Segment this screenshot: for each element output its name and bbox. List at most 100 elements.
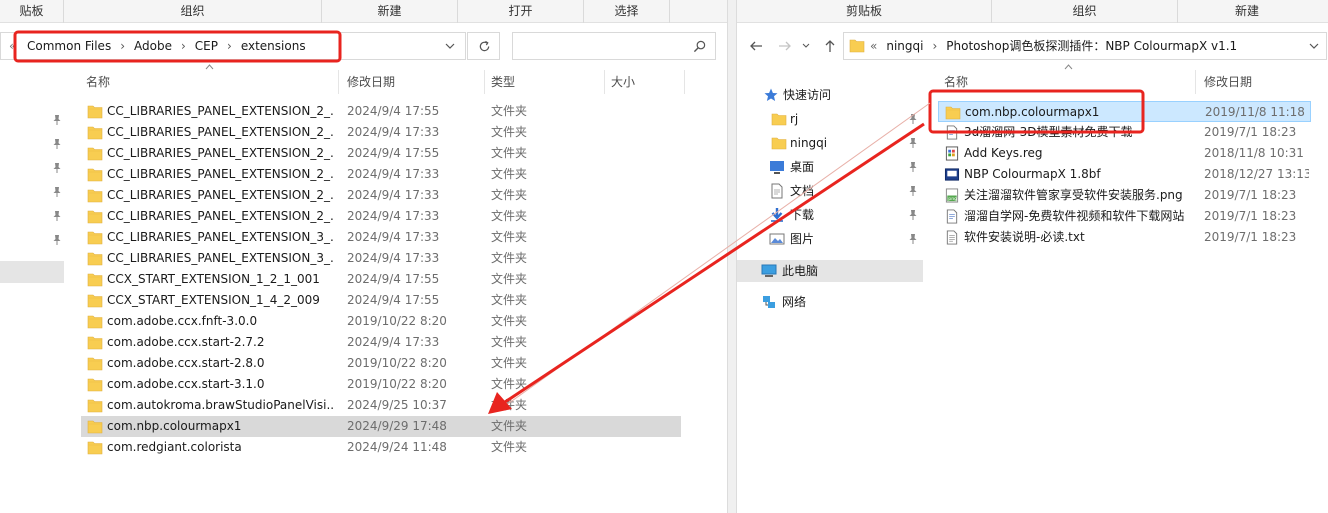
file-row[interactable]: CC_LIBRARIES_PANEL_EXTENSION_2_... 2024/9…: [81, 122, 681, 143]
file-row[interactable]: com.adobe.ccx.start-2.8.0 2019/10/22 8:20…: [81, 353, 681, 374]
column-divider[interactable]: [684, 70, 685, 94]
file-date: 2019/10/22 8:20: [347, 377, 447, 391]
ribbon-open-group[interactable]: 打开: [458, 0, 584, 23]
selected-file-row[interactable]: com.nbp.colourmapx1 2024/9/29 17:48 文件夹: [81, 416, 681, 437]
column-divider[interactable]: [484, 70, 485, 94]
ribbon-new-group[interactable]: 新建: [1178, 0, 1316, 23]
column-divider[interactable]: [604, 70, 605, 94]
pin-icon[interactable]: [908, 161, 918, 173]
file-row[interactable]: CC_LIBRARIES_PANEL_EXTENSION_2_... 2024/9…: [81, 143, 681, 164]
file-row[interactable]: CC_LIBRARIES_PANEL_EXTENSION_2_... 2024/9…: [81, 185, 681, 206]
forward-arrow-icon[interactable]: [777, 38, 793, 54]
ribbon-label: 剪贴板: [845, 4, 882, 18]
ribbon-clipboard-group[interactable]: 剪贴板: [737, 0, 992, 23]
refresh-button[interactable]: [467, 32, 500, 60]
breadcrumb-extensions[interactable]: extensions: [241, 39, 306, 53]
breadcrumb-overflow-icon[interactable]: «: [9, 33, 16, 59]
desktop-icon: [770, 161, 784, 174]
nav-item-picture[interactable]: 图片: [737, 228, 923, 250]
file-row[interactable]: CC_LIBRARIES_PANEL_EXTENSION_2_... 2024/9…: [81, 206, 681, 227]
pin-icon[interactable]: [52, 210, 62, 222]
nav-item-label: rj: [790, 112, 799, 126]
ribbon-select-group[interactable]: 选择: [584, 0, 670, 23]
file-name: com.autokroma.brawStudioPanelVisi...: [107, 398, 335, 412]
file-row[interactable]: NBP ColourmapX 1.8bf 2018/12/27 13:13: [938, 164, 1311, 185]
file-date: 2024/9/4 17:55: [347, 104, 440, 118]
pin-icon[interactable]: [908, 113, 918, 125]
column-header-name[interactable]: 名称: [86, 70, 110, 94]
nav-selected-item[interactable]: [0, 261, 64, 283]
breadcrumb-common-files[interactable]: Common Files: [27, 39, 111, 53]
breadcrumb-current-folder[interactable]: Photoshop调色板探测插件：NBP ColourmapX v1.1: [946, 39, 1237, 53]
file-row[interactable]: CC_LIBRARIES_PANEL_EXTENSION_3_... 2024/9…: [81, 248, 681, 269]
file-row[interactable]: CCX_START_EXTENSION_1_2_1_001 2024/9/4 17…: [81, 269, 681, 290]
file-row[interactable]: CC_LIBRARIES_PANEL_EXTENSION_2_... 2024/9…: [81, 164, 681, 185]
ribbon-label: 组织: [1072, 4, 1097, 18]
pin-icon[interactable]: [52, 234, 62, 246]
nav-item-desktop[interactable]: 桌面: [737, 156, 923, 178]
file-row[interactable]: png 关注溜溜软件管家享受软件安装服务.png 2019/7/1 18:23: [938, 185, 1311, 206]
file-row[interactable]: com.redgiant.colorista 2024/9/24 11:48 文件夹: [81, 437, 681, 458]
folder-icon: [771, 113, 787, 126]
pin-icon[interactable]: [908, 137, 918, 149]
right-address-bar[interactable]: « ningqi › Photoshop调色板探测插件：NBP ColourmapX …: [843, 32, 1327, 60]
network-icon: [763, 296, 775, 308]
pin-icon[interactable]: [52, 114, 62, 126]
column-divider[interactable]: [1195, 70, 1196, 94]
recent-locations-chevron-icon[interactable]: [802, 43, 810, 49]
file-row[interactable]: com.autokroma.brawStudioPanelVisi... 2024…: [81, 395, 681, 416]
column-header-date[interactable]: 修改日期: [1204, 70, 1252, 94]
txt-file-icon: [946, 230, 958, 245]
nav-item-download[interactable]: 下载: [737, 204, 923, 226]
file-row[interactable]: com.adobe.ccx.start-3.1.0 2019/10/22 8:20…: [81, 374, 681, 395]
chevron-down-icon[interactable]: [1309, 41, 1319, 51]
folder-icon: [87, 441, 103, 455]
highlighted-file-row[interactable]: com.nbp.colourmapx1 2019/11/8 11:18: [938, 101, 1311, 122]
file-row[interactable]: CC_LIBRARIES_PANEL_EXTENSION_3_... 2024/9…: [81, 227, 681, 248]
breadcrumb-overflow-icon[interactable]: «: [870, 39, 877, 53]
nav-item-network[interactable]: 网络: [737, 291, 923, 313]
nav-item-folder[interactable]: rj: [737, 108, 923, 130]
ribbon-organize-group[interactable]: 组织: [992, 0, 1178, 23]
pin-icon[interactable]: [52, 186, 62, 198]
file-date: 2024/9/4 17:55: [347, 272, 440, 286]
left-address-bar[interactable]: « Common Files › Adobe › CEP › extensions: [0, 32, 466, 60]
file-date: 2019/7/1 18:23: [1204, 230, 1297, 244]
breadcrumb-adobe[interactable]: Adobe: [134, 39, 172, 53]
breadcrumb-cep[interactable]: CEP: [195, 39, 218, 53]
nav-item-label: 图片: [790, 232, 815, 246]
file-row[interactable]: CC_LIBRARIES_PANEL_EXTENSION_2_... 2024/9…: [81, 101, 681, 122]
file-row[interactable]: com.adobe.ccx.start-2.7.2 2024/9/4 17:33 文…: [81, 332, 681, 353]
column-header-date[interactable]: 修改日期: [347, 70, 395, 94]
file-type: 文件夹: [491, 356, 528, 370]
up-arrow-icon[interactable]: [822, 38, 838, 54]
back-arrow-icon[interactable]: [748, 38, 764, 54]
ribbon-new-group[interactable]: 新建: [322, 0, 458, 23]
column-divider[interactable]: [338, 70, 339, 94]
pin-icon[interactable]: [908, 209, 918, 221]
column-header-size[interactable]: 大小: [611, 70, 635, 94]
file-row[interactable]: com.adobe.ccx.fnft-3.0.0 2019/10/22 8:20 文…: [81, 311, 681, 332]
ribbon-clipboard-group[interactable]: 贴板: [0, 0, 64, 23]
column-header-type[interactable]: 类型: [491, 70, 515, 94]
reg-file-icon: [945, 146, 959, 161]
pin-icon[interactable]: [52, 138, 62, 150]
pin-icon[interactable]: [908, 185, 918, 197]
ribbon-organize-group[interactable]: 组织: [64, 0, 322, 23]
file-row[interactable]: 溜溜自学网-免费软件视频和软件下载网站 2019/7/1 18:23: [938, 206, 1311, 227]
column-header-name[interactable]: 名称: [944, 70, 968, 94]
nav-item-document[interactable]: 文档: [737, 180, 923, 202]
file-row[interactable]: 3d溜溜网-3D模型素材免费下载 2019/7/1 18:23: [938, 122, 1311, 143]
nav-item-folder[interactable]: ningqi: [737, 132, 923, 154]
pin-icon[interactable]: [908, 233, 918, 245]
left-search-input[interactable]: [512, 32, 716, 60]
pin-icon[interactable]: [52, 162, 62, 174]
file-row[interactable]: CCX_START_EXTENSION_1_4_2_009 2024/9/4 17…: [81, 290, 681, 311]
folder-icon: [87, 231, 103, 245]
file-row[interactable]: Add Keys.reg 2018/11/8 10:31: [938, 143, 1311, 164]
breadcrumb-ningqi[interactable]: ningqi: [886, 39, 923, 53]
nav-item-computer[interactable]: 此电脑: [737, 260, 923, 282]
file-row[interactable]: 软件安装说明-必读.txt 2019/7/1 18:23: [938, 227, 1311, 248]
chevron-down-icon[interactable]: [445, 41, 455, 51]
nav-item-star[interactable]: 快速访问: [737, 84, 923, 106]
